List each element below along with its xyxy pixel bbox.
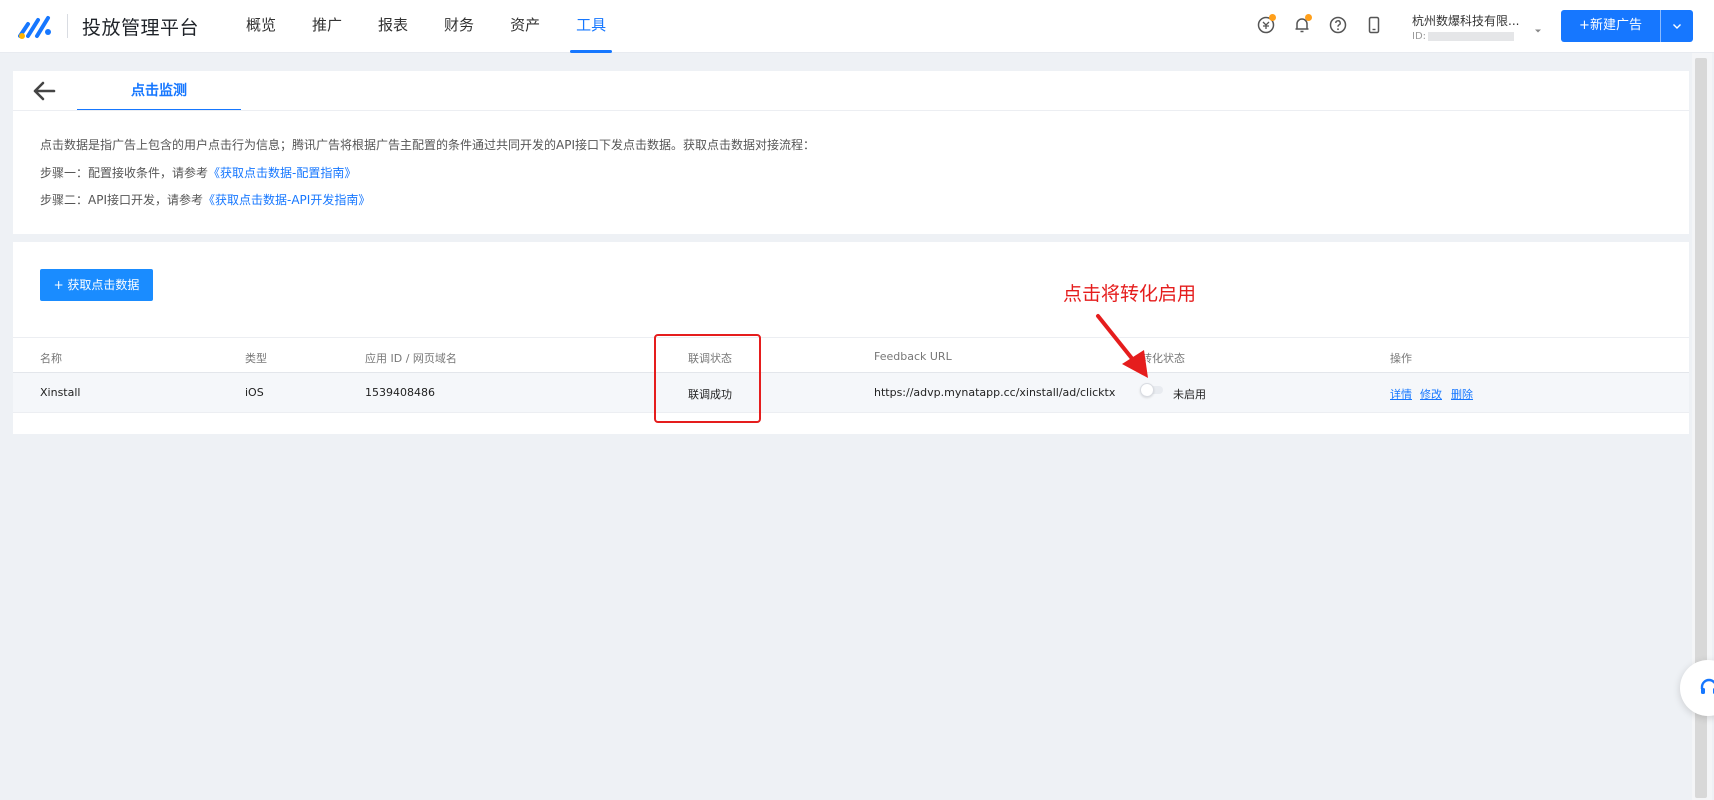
bell-notification-dot <box>1305 14 1312 21</box>
nav-tools[interactable]: 工具 <box>570 0 613 53</box>
account-id-redacted <box>1428 32 1515 41</box>
step-two: 步骤二：API接口开发，请参考《获取点击数据-API开发指南》 <box>40 191 370 208</box>
tab-divider <box>13 110 1689 111</box>
platform-logo-icon[interactable] <box>18 12 54 40</box>
conversion-toggle[interactable] <box>1140 382 1163 398</box>
nav-overview[interactable]: 概览 <box>240 0 282 53</box>
config-guide-link[interactable]: 《获取点击数据-配置指南》 <box>208 166 356 180</box>
column-header-feedback-url: Feedback URL <box>874 350 952 363</box>
step-one: 步骤一：配置接收条件，请参考《获取点击数据-配置指南》 <box>40 164 356 181</box>
row-conversion-status: 未启用 <box>1173 388 1206 401</box>
coin-notification-dot <box>1269 14 1276 21</box>
chevron-down-icon <box>1673 24 1681 29</box>
toggle-knob <box>1140 383 1154 397</box>
header-icon-group <box>1255 14 1399 36</box>
api-guide-link[interactable]: 《获取点击数据-API开发指南》 <box>203 193 370 207</box>
bell-icon[interactable] <box>1291 14 1313 36</box>
new-ad-dropdown-button[interactable] <box>1661 10 1693 42</box>
mobile-device-icon[interactable] <box>1363 14 1385 36</box>
column-header-name: 名称 <box>40 352 62 365</box>
caret-down-icon[interactable] <box>1533 21 1543 33</box>
nav-assets[interactable]: 资产 <box>504 0 546 53</box>
details-link[interactable]: 详情 <box>1390 386 1412 402</box>
row-feedback-url: https://advp.mynatapp.cc/xinstall/ad/cli… <box>874 386 1116 399</box>
annotation-highlight-box <box>654 334 761 423</box>
nav-finance[interactable]: 财务 <box>438 0 480 53</box>
back-arrow-icon[interactable] <box>32 80 56 102</box>
get-click-data-button[interactable]: + 获取点击数据 <box>40 269 153 301</box>
table-header: 名称 类型 应用 ID / 网页域名 联调状态 Feedback URL 转化状… <box>13 337 1689 373</box>
nav-promotion[interactable]: 推广 <box>306 0 348 53</box>
account-switcher[interactable]: 杭州数爆科技有限... ID: <box>1412 12 1542 42</box>
headset-icon <box>1700 678 1714 694</box>
row-type: iOS <box>245 386 264 399</box>
logo-divider <box>67 14 68 38</box>
account-id: ID: <box>1412 31 1542 42</box>
column-header-actions: 操作 <box>1390 352 1412 365</box>
column-header-app-id: 应用 ID / 网页域名 <box>365 352 457 365</box>
main-nav: 概览 推广 报表 财务 资产 工具 <box>240 0 636 53</box>
row-app-id: 1539408486 <box>365 386 435 399</box>
account-id-label: ID: <box>1412 31 1427 42</box>
delete-link[interactable]: 删除 <box>1451 386 1473 402</box>
step-one-text: 步骤一：配置接收条件，请参考 <box>40 166 209 180</box>
help-icon[interactable] <box>1327 14 1349 36</box>
intro-text: 点击数据是指广告上包含的用户点击行为信息；腾讯广告将根据广告主配置的条件通过共同… <box>40 138 815 152</box>
new-ad-button[interactable]: +新建广告 <box>1561 10 1661 42</box>
step-two-text: 步骤二：API接口开发，请参考 <box>40 193 203 207</box>
edit-link[interactable]: 修改 <box>1420 386 1442 402</box>
nav-reports[interactable]: 报表 <box>372 0 414 53</box>
annotation-arrow-icon <box>1090 312 1160 384</box>
row-name: Xinstall <box>40 386 81 399</box>
platform-title: 投放管理平台 <box>82 17 200 39</box>
top-navigation-bar: 投放管理平台 概览 推广 报表 财务 资产 工具 杭州数爆科技有限... ID: <box>0 0 1714 53</box>
coin-icon[interactable] <box>1255 14 1277 36</box>
column-header-type: 类型 <box>245 352 267 365</box>
annotation-text: 点击将转化启用 <box>1063 283 1197 305</box>
account-name: 杭州数爆科技有限... <box>1412 14 1520 28</box>
tab-click-monitoring[interactable]: 点击监测 <box>77 71 241 111</box>
new-ad-split-button: +新建广告 <box>1561 10 1693 42</box>
